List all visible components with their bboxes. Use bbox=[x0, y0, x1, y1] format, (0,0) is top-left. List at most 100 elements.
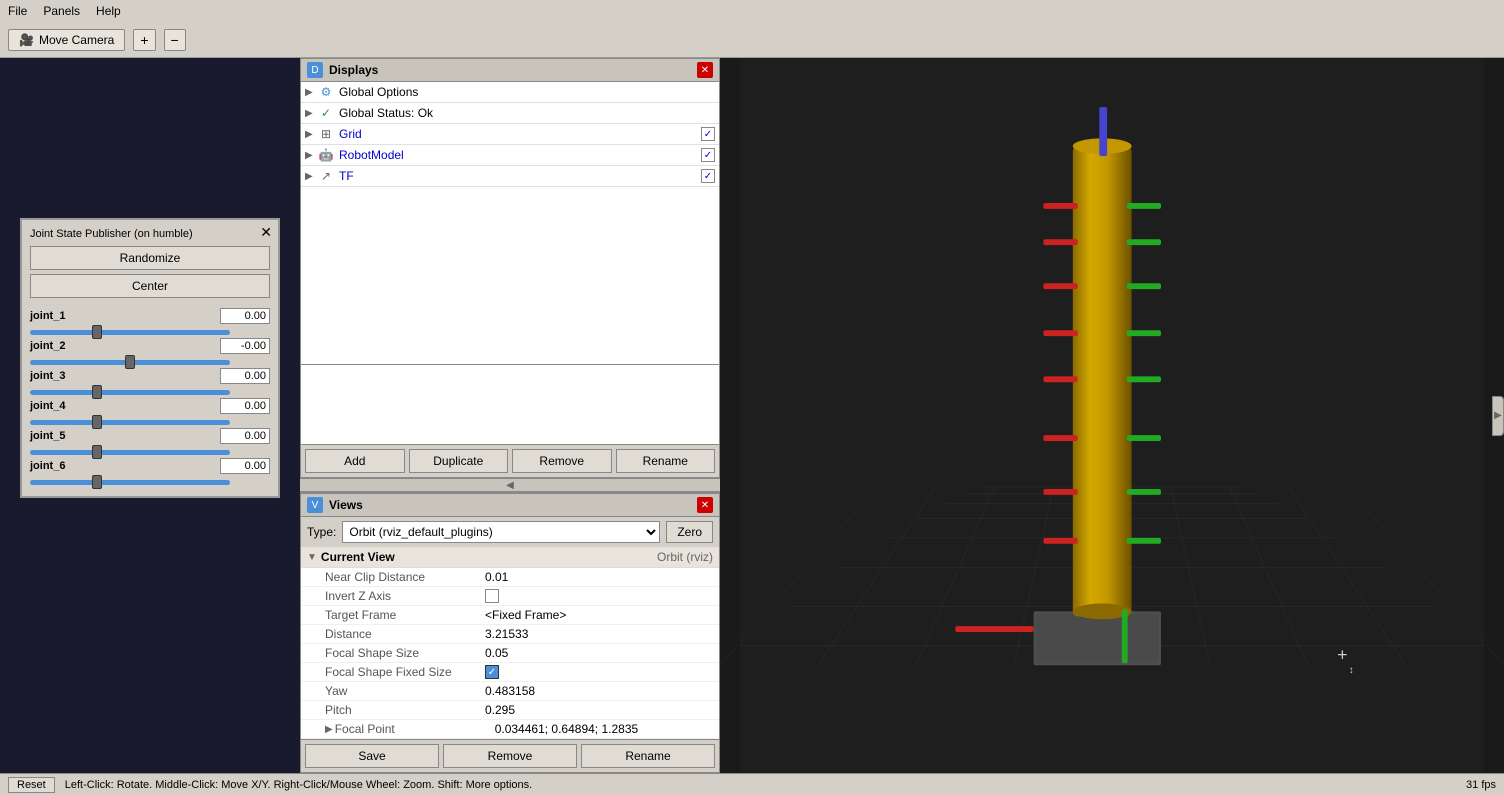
joint-4-thumb[interactable] bbox=[92, 415, 102, 429]
prop-invert-z-label: Invert Z Axis bbox=[325, 589, 485, 603]
joint-2-slider[interactable] bbox=[30, 360, 230, 365]
current-view-section[interactable]: ▼ Current View Orbit (rviz) bbox=[301, 547, 719, 568]
randomize-button[interactable]: Randomize bbox=[30, 246, 270, 270]
toolbar: 🎥 Move Camera + − bbox=[0, 22, 1504, 58]
displays-buttons: Add Duplicate Remove Rename bbox=[301, 444, 719, 477]
prop-focal-shape-size-value: 0.05 bbox=[485, 646, 508, 660]
check-icon: ✓ bbox=[317, 105, 335, 121]
menu-file[interactable]: File bbox=[8, 4, 27, 18]
status-hint: Left-Click: Rotate. Middle-Click: Move X… bbox=[65, 779, 532, 791]
joint-state-publisher-panel: Joint State Publisher (on humble) ✕ Rand… bbox=[20, 218, 280, 498]
joint-3-slider[interactable] bbox=[30, 390, 230, 395]
displays-close-button[interactable]: ✕ bbox=[697, 62, 713, 78]
remove-button[interactable]: Remove bbox=[512, 449, 612, 473]
center-button[interactable]: Center bbox=[30, 274, 270, 298]
joints-container: joint_1 joint_2 joint_3 bbox=[30, 308, 270, 485]
joint-1-value[interactable] bbox=[220, 308, 270, 324]
duplicate-button[interactable]: Duplicate bbox=[409, 449, 509, 473]
tf-label: TF bbox=[339, 169, 701, 183]
joint-2-value[interactable] bbox=[220, 338, 270, 354]
prop-target-frame-label: Target Frame bbox=[325, 608, 485, 622]
prop-focal-shape-fixed-label: Focal Shape Fixed Size bbox=[325, 665, 485, 679]
views-zero-button[interactable]: Zero bbox=[666, 521, 713, 543]
joint-6-label: joint_6 bbox=[30, 460, 90, 472]
fps-counter: 31 fps bbox=[1466, 779, 1496, 791]
grid-icon: ⊞ bbox=[317, 126, 335, 142]
joint-6-thumb[interactable] bbox=[92, 475, 102, 489]
global-options-label: Global Options bbox=[339, 85, 715, 99]
displays-panel-icon: D bbox=[307, 62, 323, 78]
joint-3-value[interactable] bbox=[220, 368, 270, 384]
prop-focal-shape-fixed-checkbox[interactable]: ✓ bbox=[485, 665, 499, 679]
rename-button[interactable]: Rename bbox=[616, 449, 716, 473]
joint-row-6: joint_6 bbox=[30, 458, 270, 474]
panel-resize-handle[interactable]: ◀ bbox=[300, 478, 720, 492]
joint-1-label: joint_1 bbox=[30, 310, 90, 322]
views-buttons: Save Remove Rename bbox=[301, 739, 719, 772]
tf-checkbox[interactable] bbox=[701, 169, 715, 183]
views-remove-button[interactable]: Remove bbox=[443, 744, 577, 768]
svg-text:↕: ↕ bbox=[1349, 665, 1354, 676]
add-display-button[interactable]: + bbox=[133, 29, 155, 51]
prop-near-clip-value: 0.01 bbox=[485, 570, 508, 584]
menu-help[interactable]: Help bbox=[96, 4, 121, 18]
views-panel-icon: V bbox=[307, 497, 323, 513]
main-content: Joint State Publisher (on humble) ✕ Rand… bbox=[0, 58, 1504, 773]
joint-4-value[interactable] bbox=[220, 398, 270, 414]
move-camera-button[interactable]: 🎥 Move Camera bbox=[8, 29, 125, 51]
joint-3-thumb[interactable] bbox=[92, 385, 102, 399]
svg-text:+: + bbox=[1337, 644, 1347, 664]
grid-checkbox[interactable] bbox=[701, 127, 715, 141]
joint-4-label: joint_4 bbox=[30, 400, 90, 412]
focal-point-expand-arrow[interactable]: ▶ bbox=[325, 724, 333, 735]
prop-focal-shape-size: Focal Shape Size 0.05 bbox=[301, 644, 719, 663]
joint-row-3: joint_3 bbox=[30, 368, 270, 384]
menu-panels[interactable]: Panels bbox=[43, 4, 80, 18]
displays-list: ▶ ⚙ Global Options ▶ ✓ Global Status: Ok… bbox=[301, 82, 719, 364]
camera-icon: 🎥 bbox=[19, 33, 34, 47]
joint-5-thumb[interactable] bbox=[92, 445, 102, 459]
display-item-global-options[interactable]: ▶ ⚙ Global Options bbox=[301, 82, 719, 103]
expand-arrow-tf: ▶ bbox=[305, 171, 317, 182]
resize-icon: ◀ bbox=[506, 480, 514, 491]
add-button[interactable]: Add bbox=[305, 449, 405, 473]
joint-6-slider[interactable] bbox=[30, 480, 230, 485]
joint-4-slider[interactable] bbox=[30, 420, 230, 425]
views-type-select[interactable]: Orbit (rviz_default_plugins) bbox=[342, 521, 660, 543]
display-item-grid[interactable]: ▶ ⊞ Grid bbox=[301, 124, 719, 145]
joint-1-thumb[interactable] bbox=[92, 325, 102, 339]
right-collapse-handle[interactable]: ▶ bbox=[1492, 396, 1504, 436]
prop-yaw: Yaw 0.483158 bbox=[301, 682, 719, 701]
prop-distance-value: 3.21533 bbox=[485, 627, 528, 641]
display-item-global-status[interactable]: ▶ ✓ Global Status: Ok bbox=[301, 103, 719, 124]
prop-near-clip-label: Near Clip Distance bbox=[325, 570, 485, 584]
status-bar: Reset Left-Click: Rotate. Middle-Click: … bbox=[0, 773, 1504, 795]
display-item-robotmodel[interactable]: ▶ 🤖 RobotModel bbox=[301, 145, 719, 166]
prop-pitch-label: Pitch bbox=[325, 703, 485, 717]
views-close-button[interactable]: ✕ bbox=[697, 497, 713, 513]
views-panel-header: V Views ✕ bbox=[301, 494, 719, 517]
views-panel-title: Views bbox=[329, 498, 691, 512]
prop-yaw-value: 0.483158 bbox=[485, 684, 535, 698]
joint-1-slider[interactable] bbox=[30, 330, 230, 335]
prop-invert-z-checkbox[interactable] bbox=[485, 589, 499, 603]
prop-distance-label: Distance bbox=[325, 627, 485, 641]
prop-near-clip: Near Clip Distance 0.01 bbox=[301, 568, 719, 587]
joint-6-value[interactable] bbox=[220, 458, 270, 474]
joint-5-value[interactable] bbox=[220, 428, 270, 444]
robotmodel-checkbox[interactable] bbox=[701, 148, 715, 162]
joint-row-4: joint_4 bbox=[30, 398, 270, 414]
prop-pitch: Pitch 0.295 bbox=[301, 701, 719, 720]
displays-panel-header: D Displays ✕ bbox=[301, 59, 719, 82]
prop-target-frame-value: <Fixed Frame> bbox=[485, 608, 566, 622]
minus-button[interactable]: − bbox=[164, 29, 186, 51]
joint-5-slider[interactable] bbox=[30, 450, 230, 455]
3d-viewport[interactable]: + ↕ ▶ bbox=[720, 58, 1504, 773]
joint-2-thumb[interactable] bbox=[125, 355, 135, 369]
joint-panel-close-button[interactable]: ✕ bbox=[260, 224, 272, 241]
right-collapse-icon: ▶ bbox=[1494, 410, 1502, 421]
reset-button[interactable]: Reset bbox=[8, 777, 55, 793]
display-item-tf[interactable]: ▶ ↗ TF bbox=[301, 166, 719, 187]
views-rename-button[interactable]: Rename bbox=[581, 744, 715, 768]
views-save-button[interactable]: Save bbox=[305, 744, 439, 768]
